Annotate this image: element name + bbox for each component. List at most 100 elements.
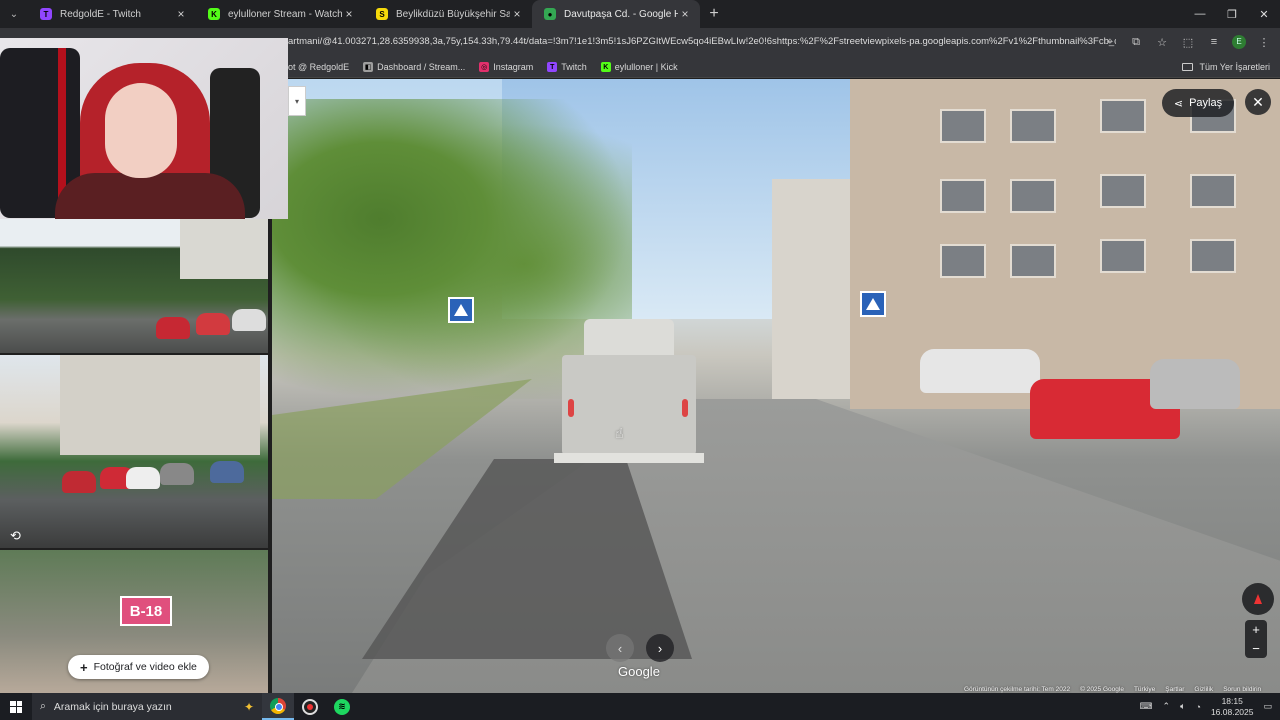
restore-icon[interactable]: ❐ xyxy=(1216,0,1248,28)
chevron-left-icon[interactable]: ‹ xyxy=(606,634,634,662)
close-tab-icon[interactable]: × xyxy=(174,7,188,21)
google-logo: Google xyxy=(618,664,660,679)
tab-title: Davutpaşa Cd. - Google Haritala xyxy=(564,8,678,20)
more-icon[interactable]: ⋮ xyxy=(1256,36,1272,49)
chevron-right-icon[interactable]: › xyxy=(646,634,674,662)
zoom-in-button[interactable]: + xyxy=(1245,620,1267,639)
tab-title: Beylikdüzü Büyükşehir Satılık D xyxy=(396,8,510,20)
taskbar-spotify[interactable]: ≋ xyxy=(326,693,358,720)
bookmark-label: Twitch xyxy=(561,62,587,72)
building-window xyxy=(1190,239,1236,273)
close-tab-icon[interactable]: × xyxy=(510,7,524,21)
privacy-link[interactable]: Gizlilik xyxy=(1194,686,1213,693)
network-icon[interactable]: ◔ xyxy=(1196,702,1201,712)
bookmark-redgolde-bot[interactable]: ot @ RedgoldE xyxy=(288,62,349,72)
photo-thumbnail[interactable] xyxy=(0,355,268,548)
sahibinden-favicon-icon: S xyxy=(376,8,388,20)
zoom-out-button[interactable]: − xyxy=(1245,639,1267,658)
all-bookmarks-label: Tüm Yer İşaretleri xyxy=(1199,62,1270,72)
plus-icon: + xyxy=(80,659,88,675)
bookmark-kick[interactable]: Keylulloner | Kick xyxy=(600,62,678,72)
building-number-sign: B-18 xyxy=(120,596,172,626)
address-bar[interactable]: artmani/@41.003271,28.6359938,3a,75y,154… xyxy=(288,32,1116,52)
search-placeholder: Aramak için buraya yazın xyxy=(53,700,172,713)
building-window xyxy=(1010,244,1056,278)
new-tab-button[interactable]: + xyxy=(700,5,728,23)
folder-icon xyxy=(1182,63,1194,71)
hand-cursor-icon: ☝ xyxy=(615,425,624,441)
panorama-360-icon: ⟲ xyxy=(10,528,21,543)
taskbar-obs[interactable] xyxy=(294,693,326,720)
tab-google-maps[interactable]: ● Davutpaşa Cd. - Google Haritala × xyxy=(532,0,700,28)
building-window xyxy=(1190,174,1236,208)
tail-lamp xyxy=(568,399,574,417)
install-icon[interactable]: ⧉ xyxy=(1128,36,1144,49)
bookmark-twitch[interactable]: T Twitch xyxy=(547,62,587,72)
report-link[interactable]: Sorun bildirin xyxy=(1223,686,1261,693)
instagram-icon: ◎ xyxy=(479,62,490,72)
clock[interactable]: 18:15 16.08.2025 xyxy=(1211,696,1254,718)
close-window-icon[interactable]: ✕ xyxy=(1248,0,1280,28)
windows-logo-icon xyxy=(10,700,22,713)
windows-taskbar: ⌕ Aramak için buraya yazın ✦ ≋ ⌨ ⌃ 🔈︎ ◔ … xyxy=(0,693,1280,720)
star-icon[interactable]: ☆ xyxy=(1154,36,1170,49)
street-view-panorama[interactable]: ☝ ⋖ Paylaş ✕ ‹ › Google + − Görüntünün ç… xyxy=(272,79,1280,693)
maps-pin-favicon-icon: ● xyxy=(544,8,556,20)
streamer-shirt xyxy=(55,173,245,219)
truck-body xyxy=(562,355,696,455)
profile-icon[interactable]: E xyxy=(1232,35,1246,49)
toolbar-icons: ⌖ ⧉ ☆ ⬚ ≡ E ⋮ xyxy=(1102,32,1272,52)
taskbar-chrome[interactable] xyxy=(262,693,294,720)
share-label: Paylaş xyxy=(1189,97,1223,109)
building-window xyxy=(940,244,986,278)
photo-thumbnail[interactable] xyxy=(0,219,268,353)
share-button[interactable]: ⋖ Paylaş xyxy=(1162,89,1234,117)
truck-bumper xyxy=(554,453,704,463)
dashboard-icon: ◧ xyxy=(363,62,374,72)
bookmark-dashboard[interactable]: ◧ Dashboard / Stream... xyxy=(363,62,465,72)
location-icon[interactable]: ⌖ xyxy=(1102,36,1118,49)
start-button[interactable] xyxy=(0,693,32,720)
building-window xyxy=(1100,174,1146,208)
close-street-view-button[interactable]: ✕ xyxy=(1245,89,1271,115)
building-window xyxy=(1010,179,1056,213)
collapse-panel-icon[interactable]: ▾ xyxy=(288,86,306,116)
clock-time: 18:15 xyxy=(1221,695,1243,706)
compass-icon[interactable] xyxy=(1242,583,1274,615)
chevron-up-icon[interactable]: ⌃ xyxy=(1163,701,1171,712)
parked-cars xyxy=(920,349,1240,469)
car xyxy=(920,349,1040,393)
tab-title: eylulloner Stream - Watch Live xyxy=(228,8,342,20)
terms-link[interactable]: Şartlar xyxy=(1165,686,1184,693)
keyboard-icon[interactable]: ⌨ xyxy=(1140,701,1153,712)
add-photo-video-button[interactable]: + Fotoğraf ve video ekle xyxy=(68,655,209,679)
extensions-icon[interactable]: ⬚ xyxy=(1180,36,1196,49)
bookmark-label: eylulloner | Kick xyxy=(614,62,678,72)
taskbar-search[interactable]: ⌕ Aramak için buraya yazın ✦ xyxy=(32,693,262,720)
share-icon: ⋖ xyxy=(1173,97,1184,110)
car xyxy=(160,463,194,485)
tab-kick[interactable]: K eylulloner Stream - Watch Live × xyxy=(196,0,364,28)
webcam-overlay xyxy=(0,38,288,219)
search-icon: ⌕ xyxy=(40,700,46,712)
close-tab-icon[interactable]: × xyxy=(678,7,692,21)
minimize-icon[interactable]: — xyxy=(1184,0,1216,28)
country-link[interactable]: Türkiye xyxy=(1134,686,1155,693)
tab-twitch[interactable]: T RedgoldE - Twitch × xyxy=(28,0,196,28)
copilot-sparkle-icon[interactable]: ✦ xyxy=(244,700,254,714)
tab-sahibinden[interactable]: S Beylikdüzü Büyükşehir Satılık D × xyxy=(364,0,532,28)
notifications-icon[interactable]: ▭ xyxy=(1263,701,1272,712)
kick-icon: K xyxy=(600,62,611,72)
close-tab-icon[interactable]: × xyxy=(342,7,356,21)
bookmark-instagram[interactable]: ◎ Instagram xyxy=(479,62,533,72)
screen: ⌄ T RedgoldE - Twitch × K eylulloner Str… xyxy=(0,0,1280,720)
volume-icon[interactable]: 🔈︎ xyxy=(1180,701,1185,712)
building-window xyxy=(940,109,986,143)
building-window xyxy=(1100,99,1146,133)
tab-search-icon[interactable]: ≡ xyxy=(1206,36,1222,48)
tab-search-dropdown-icon[interactable]: ⌄ xyxy=(0,0,28,28)
car xyxy=(210,461,244,483)
clock-date: 16.08.2025 xyxy=(1210,706,1254,717)
map-footer: Görüntünün çekilme tarihi: Tem 2022 © 20… xyxy=(964,683,1280,693)
all-bookmarks[interactable]: Tüm Yer İşaretleri xyxy=(1182,56,1270,78)
